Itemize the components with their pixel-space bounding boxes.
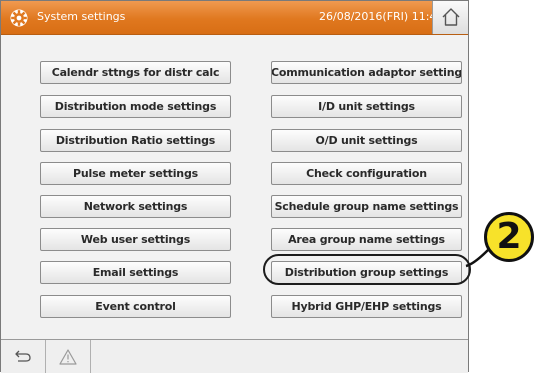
right-menu-button[interactable]: O/D unit settings	[271, 129, 462, 152]
alert-button[interactable]	[46, 340, 91, 373]
left-menu-button[interactable]: Calendr sttngs for distr calc	[40, 61, 231, 84]
title-bar: System settings 26/08/2016(FRI) 11:40	[1, 1, 468, 35]
left-menu-button[interactable]: Web user settings	[40, 228, 231, 251]
page-title: System settings	[37, 10, 126, 23]
right-menu-button[interactable]: Communication adaptor setting	[271, 61, 462, 84]
footer-bar	[1, 339, 468, 373]
home-button[interactable]	[432, 1, 468, 34]
back-arrow-icon	[15, 350, 31, 362]
right-menu-button[interactable]: Check configuration	[271, 162, 462, 185]
home-icon	[442, 8, 460, 26]
highlight-ring	[263, 254, 471, 285]
left-menu-button[interactable]: Pulse meter settings	[40, 162, 231, 185]
left-menu-button[interactable]: Event control	[40, 295, 231, 318]
right-menu-button[interactable]: I/D unit settings	[271, 95, 462, 118]
system-settings-window: System settings 26/08/2016(FRI) 11:40 Ca…	[0, 0, 469, 373]
date-time-display: 26/08/2016(FRI) 11:40	[319, 10, 444, 23]
back-button[interactable]	[1, 340, 46, 373]
settings-menu: Calendr sttngs for distr calc Distributio…	[1, 35, 468, 335]
left-menu-button[interactable]: Email settings	[40, 261, 231, 284]
right-menu-button[interactable]: Area group name settings	[271, 228, 462, 251]
gear-icon	[10, 9, 28, 27]
step-callout-badge: 2	[484, 212, 534, 262]
right-menu-button[interactable]: Hybrid GHP/EHP settings	[271, 295, 462, 318]
left-menu-button[interactable]: Network settings	[40, 195, 231, 218]
warning-icon	[59, 349, 77, 365]
right-menu-button[interactable]: Schedule group name settings	[271, 195, 462, 218]
left-menu-button[interactable]: Distribution Ratio settings	[40, 129, 231, 152]
left-menu-button[interactable]: Distribution mode settings	[40, 95, 231, 118]
